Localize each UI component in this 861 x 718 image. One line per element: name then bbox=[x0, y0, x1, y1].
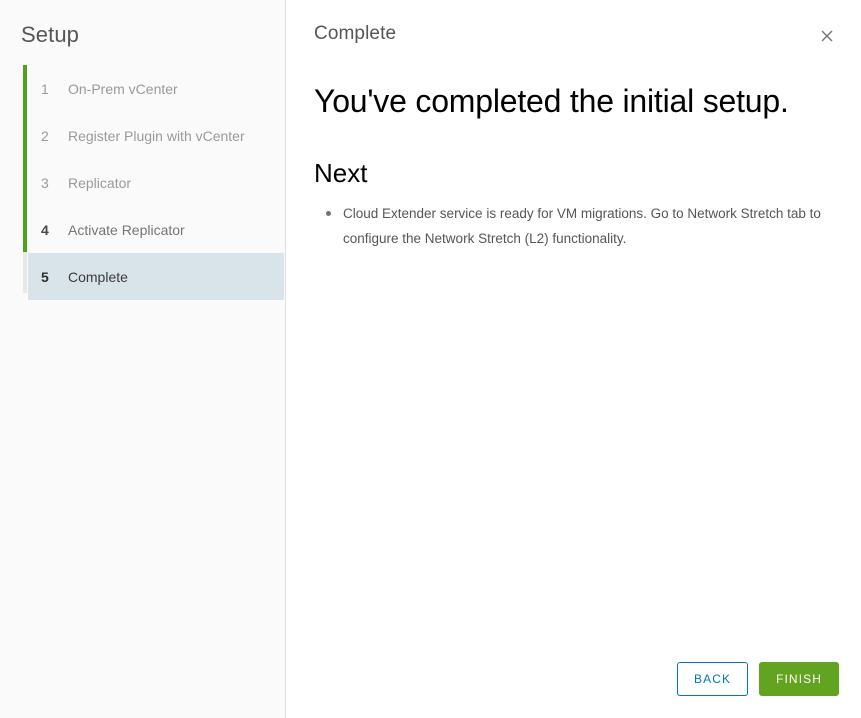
sidebar-step-register-plugin[interactable]: 2 Register Plugin with vCenter bbox=[28, 112, 284, 159]
sidebar-step-activate-replicator[interactable]: 4 Activate Replicator bbox=[28, 206, 284, 253]
close-icon bbox=[821, 30, 833, 42]
back-button[interactable]: BACK bbox=[676, 662, 749, 696]
sidebar-step-on-prem-vcenter[interactable]: 1 On-Prem vCenter bbox=[28, 65, 284, 112]
step-label: Complete bbox=[68, 268, 128, 285]
wizard-content: Complete You've completed the initial se… bbox=[286, 0, 861, 718]
next-section-title: Next bbox=[314, 158, 368, 188]
wizard-sidebar: Setup 1 On-Prem vCenter 2 Register Plugi… bbox=[0, 0, 286, 718]
list-item: Cloud Extender service is ready for VM m… bbox=[314, 201, 831, 251]
setup-wizard: Setup 1 On-Prem vCenter 2 Register Plugi… bbox=[0, 0, 861, 718]
step-label: On-Prem vCenter bbox=[68, 80, 178, 97]
step-label: Register Plugin with vCenter bbox=[68, 127, 245, 144]
step-number: 5 bbox=[41, 268, 49, 285]
step-list: 1 On-Prem vCenter 2 Register Plugin with… bbox=[0, 65, 285, 300]
next-steps-list: Cloud Extender service is ready for VM m… bbox=[314, 201, 831, 251]
step-label: Activate Replicator bbox=[68, 221, 185, 238]
progress-rail-filled bbox=[23, 65, 27, 252]
finish-button[interactable]: FINISH bbox=[759, 662, 839, 696]
close-button[interactable] bbox=[817, 26, 837, 46]
step-label: Replicator bbox=[68, 174, 132, 191]
sidebar-title: Setup bbox=[21, 22, 79, 47]
sidebar-step-complete[interactable]: 5 Complete bbox=[28, 253, 284, 300]
step-number: 1 bbox=[41, 80, 49, 97]
page-title: You've completed the initial setup. bbox=[314, 83, 789, 119]
sidebar-step-replicator[interactable]: 3 Replicator bbox=[28, 159, 284, 206]
content-header: Complete bbox=[286, 0, 861, 46]
step-number: 2 bbox=[41, 127, 49, 144]
content-subtitle: Complete bbox=[314, 23, 397, 44]
content-body: You've completed the initial setup. Next… bbox=[286, 82, 861, 251]
wizard-footer: BACK FINISH bbox=[676, 662, 839, 696]
step-number: 3 bbox=[41, 174, 49, 191]
step-number: 4 bbox=[41, 221, 49, 238]
